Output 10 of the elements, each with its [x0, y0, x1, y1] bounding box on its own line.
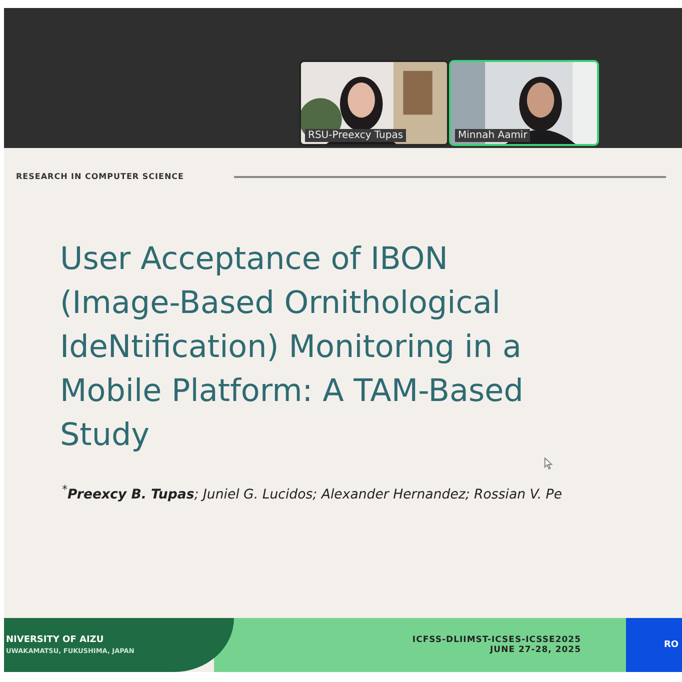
author-list: $^{*}$Preexcy B. Tupas; Juniel G. Lucidos; Alexander Hernandez; Rossian V. Pe: [62, 483, 682, 502]
partner-name: RO: [664, 640, 679, 650]
conference-dates: JUNE 27-28, 2025: [490, 645, 581, 655]
slide-kicker: RESEARCH IN COMPUTER SCIENCE: [16, 172, 184, 181]
cursor-icon: [544, 457, 553, 470]
slide-title: User Acceptance of IBON (Image-Based Ornithological IdeNtification) Monitoring in a Mobile Platform: A TAM-Based Study: [60, 240, 524, 455]
conference-name: ICFSS-DLIIMST-ICSES-ICSSE2025: [412, 635, 581, 645]
university-name: NIVERSITY OF AIZU: [6, 635, 105, 645]
participant-name: RSU-Preexcy Tupas: [305, 129, 406, 142]
participant-name: Minnah Aamir: [455, 129, 530, 142]
